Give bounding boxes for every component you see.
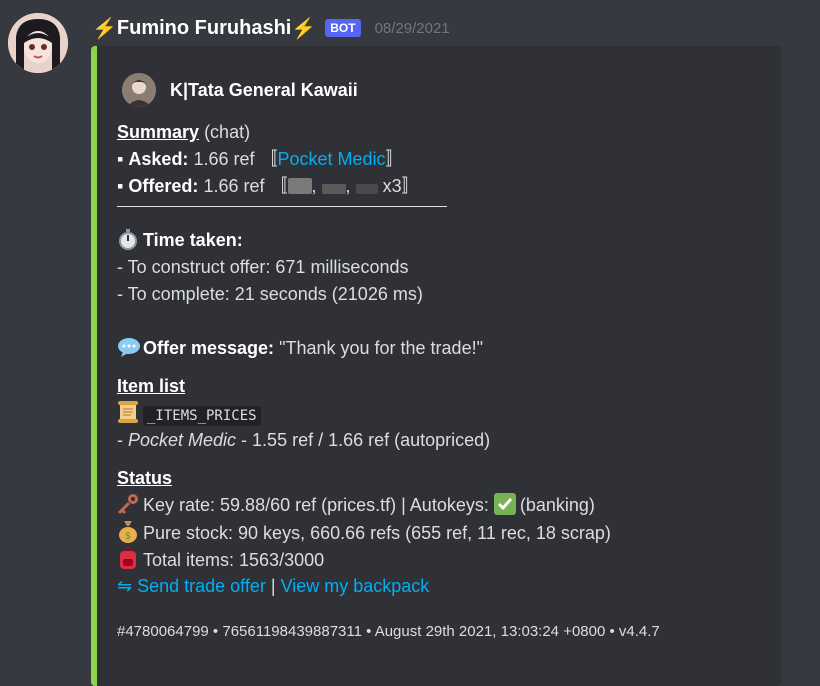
embed-description: Summary (chat) ▪ Asked: 1.66 ref 〚Pocket…: [117, 119, 767, 600]
item-name: Pocket Medic: [128, 430, 237, 450]
user-avatar[interactable]: [8, 13, 68, 73]
svg-text:$: $: [125, 531, 131, 542]
bullet: ▪: [117, 149, 124, 169]
offered-line: ▪ Offered: 1.66 ref 〚, , x3〛: [117, 173, 767, 200]
offered-value: 1.66 ref: [203, 176, 265, 196]
status-title: Status: [117, 468, 173, 488]
asked-item-link[interactable]: Pocket Medic: [278, 149, 386, 169]
total-items-text: Total items: 1563/3000: [143, 550, 325, 570]
items-prices-line: _ITEMS_PRICES: [117, 400, 767, 427]
view-backpack-link[interactable]: View my backpack: [281, 576, 430, 596]
bracket-open: 〚: [259, 149, 278, 169]
metal-item-icon[interactable]: [355, 184, 378, 194]
items-prices-code: _ITEMS_PRICES: [143, 406, 261, 426]
pure-stock-line: $ Pure stock: 90 keys, 660.66 refs (655 …: [117, 519, 767, 546]
metal-item-icon[interactable]: [321, 184, 346, 194]
author-name[interactable]: K|Tata General Kawaii: [170, 80, 358, 101]
check-mark-icon: [493, 493, 516, 515]
summary-heading: Summary: [117, 122, 200, 142]
item-prefix: -: [117, 430, 128, 450]
offered-count: x3: [382, 176, 402, 196]
construct-time: - To construct offer: 671 milliseconds: [117, 257, 409, 277]
bracket-open: 〚: [269, 176, 288, 196]
pure-stock-text: Pure stock: 90 keys, 660.66 refs (655 re…: [143, 523, 611, 543]
links-line: ⇋ Send trade offer | View my backpack: [117, 573, 767, 600]
item-list-title: Item list: [117, 376, 186, 396]
send-trade-offer-link[interactable]: ⇋ Send trade offer: [117, 576, 266, 596]
trade-embed: K|Tata General Kawaii Summary (chat) ▪ A…: [91, 46, 781, 686]
money-bag-icon: $: [117, 519, 139, 543]
asked-value: 1.66 ref: [193, 149, 255, 169]
lightning-icon: ⚡: [92, 17, 117, 40]
item-row: - Pocket Medic - 1.55 ref / 1.66 ref (au…: [117, 427, 767, 454]
link-separator: |: [270, 576, 276, 596]
bracket-close: 〛: [385, 149, 404, 169]
asked-line: ▪ Asked: 1.66 ref 〚Pocket Medic〛: [117, 146, 767, 173]
total-items-line: Total items: 1563/3000: [117, 546, 767, 573]
bullet: ▪: [117, 176, 124, 196]
key-icon: [117, 493, 139, 515]
divider: [117, 206, 447, 207]
embed-author: K|Tata General Kawaii: [122, 73, 358, 107]
speech-bubble-icon: [117, 336, 140, 358]
time-taken-label: Time taken:: [143, 230, 243, 250]
summary-line: Summary (chat): [117, 119, 767, 146]
separator: ,: [345, 176, 351, 196]
complete-time: - To complete: 21 seconds (21026 ms): [117, 284, 423, 304]
scroll-icon: [117, 400, 139, 423]
lightning-icon: ⚡: [291, 17, 317, 40]
embed-footer: #4780064799 • 76561198439887311 • August…: [117, 623, 660, 640]
author-avatar[interactable]: [122, 73, 156, 107]
offer-message-label: Offer message:: [143, 338, 275, 358]
separator: ,: [311, 176, 317, 196]
stopwatch-icon: [117, 228, 139, 250]
key-rate-text: Key rate: 59.88/60 ref (prices.tf) | Aut…: [143, 495, 489, 515]
item-list-heading: Item list: [117, 373, 767, 400]
offered-label: Offered:: [128, 176, 199, 196]
item-detail: - 1.55 ref / 1.66 ref (autopriced): [236, 430, 491, 450]
summary-context: (chat): [204, 122, 251, 142]
message-timestamp[interactable]: 08/29/2021: [375, 20, 450, 37]
backpack-icon: [117, 546, 139, 569]
message-header: ⚡ Fumino Furuhashi ⚡ BOT 08/29/2021: [92, 14, 450, 42]
status-heading: Status: [117, 465, 767, 492]
asked-label: Asked:: [128, 149, 189, 169]
metal-item-icon[interactable]: [287, 178, 312, 194]
bot-badge: BOT: [325, 19, 361, 37]
offer-message-value: "Thank you for the trade!": [279, 338, 483, 358]
offer-message-line: Offer message: "Thank you for the trade!…: [117, 335, 767, 362]
key-rate-line: Key rate: 59.88/60 ref (prices.tf) | Aut…: [117, 492, 767, 519]
bracket-close: 〛: [401, 176, 420, 196]
username[interactable]: Fumino Furuhashi: [117, 17, 291, 40]
autokeys-state: (banking): [519, 495, 595, 515]
time-taken-line: Time taken:: [117, 227, 767, 254]
